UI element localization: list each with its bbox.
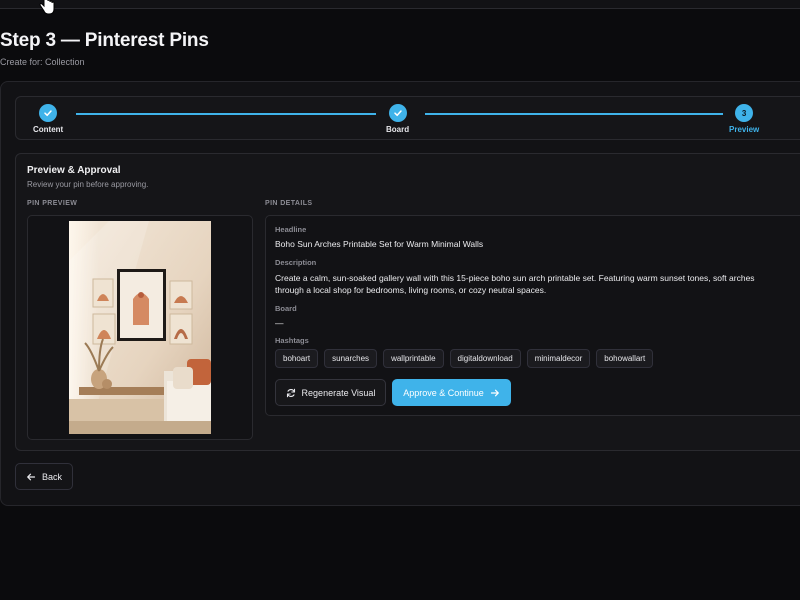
regenerate-visual-button[interactable]: Regenerate Visual (275, 379, 386, 406)
board-label: Board (275, 304, 297, 313)
hashtag-chip: digitaldownload (449, 349, 521, 368)
description-line: through a local shop for bedrooms, livin… (275, 285, 547, 295)
step-label: Content (33, 125, 64, 134)
check-icon (393, 110, 402, 117)
description-line: Create a calm, sun-soaked gallery wall w… (275, 273, 755, 283)
regenerate-visual-label: Regenerate Visual (301, 387, 376, 398)
refresh-icon (286, 388, 295, 397)
step-preview[interactable]: 3 Preview (729, 104, 759, 134)
pin-preview-label: PIN PREVIEW (27, 200, 78, 207)
board-value: — (275, 318, 284, 328)
step-connector (76, 113, 376, 115)
hashtag-chip: sunarches (324, 349, 378, 368)
step-label: Preview (729, 125, 760, 134)
preview-subtitle: Review your pin before approving. (27, 180, 149, 189)
step-label: Board (386, 125, 410, 134)
step-connector (425, 113, 723, 115)
stepper: Content Board 3 Preview (15, 96, 800, 140)
hand-cursor-icon (39, 0, 55, 15)
headline-label: Headline (275, 225, 307, 234)
pin-details-label: PIN DETAILS (265, 200, 313, 207)
preview-title: Preview & Approval (27, 165, 121, 176)
arrow-right-icon (490, 389, 499, 396)
page-title: Step 3 — Pinterest Pins (0, 30, 209, 51)
hashtag-chip: bohoart (275, 349, 319, 368)
hashtag-chip: minimaldecor (526, 349, 591, 368)
back-label: Back (41, 471, 62, 482)
step-board[interactable]: Board (386, 104, 409, 134)
hashtag-list: bohoart sunarches wallprintable digitald… (275, 349, 654, 368)
page-subtitle: Create for: Collection (0, 57, 85, 67)
arrow-left-icon (27, 473, 36, 480)
approve-continue-button[interactable]: Approve & Continue (392, 379, 511, 406)
headline-value: Boho Sun Arches Printable Set for Warm M… (275, 239, 484, 249)
description-label: Description (275, 258, 317, 267)
step-done-badge (388, 104, 407, 122)
hashtag-chip: bohowallart (596, 349, 654, 368)
pin-image (69, 221, 211, 434)
step-number-badge: 3 (735, 104, 754, 122)
approve-continue-label: Approve & Continue (403, 387, 484, 398)
hashtag-chip: wallprintable (383, 349, 444, 368)
step-done-badge (39, 104, 58, 122)
check-icon (44, 110, 52, 117)
hashtags-label: Hashtags (275, 336, 309, 345)
description-value: Create a calm, sun-soaked gallery wall w… (275, 272, 800, 296)
step-content[interactable]: Content (33, 104, 63, 134)
back-button[interactable]: Back (15, 463, 73, 490)
top-bar (0, 0, 800, 9)
